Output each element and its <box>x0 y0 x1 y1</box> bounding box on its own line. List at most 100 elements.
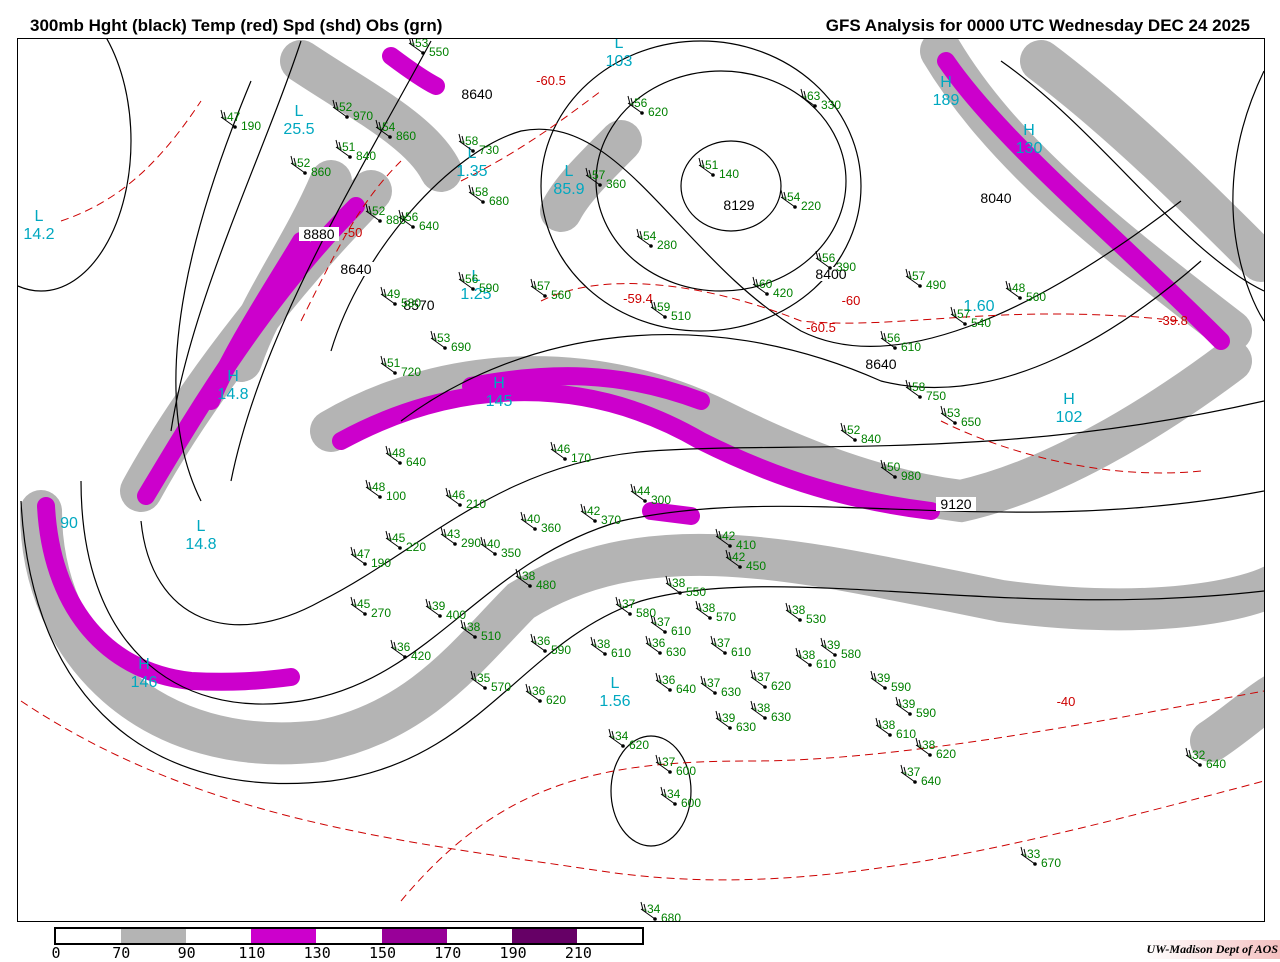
legend-label: 0 <box>51 944 61 962</box>
station-height: 620 <box>771 679 791 693</box>
station-temp: -36 <box>533 634 551 648</box>
station-temp: -56 <box>630 96 648 110</box>
station-temp: -39 <box>873 671 891 685</box>
station-height: 100 <box>386 489 406 503</box>
station-temp: -53 <box>433 331 451 345</box>
station-temp: -37 <box>658 755 676 769</box>
station-height: 190 <box>371 556 391 570</box>
station-height: 860 <box>396 129 416 143</box>
station-height: 670 <box>1041 856 1061 870</box>
station-height: 630 <box>736 720 756 734</box>
high-center-marker: H <box>138 656 150 673</box>
legend-swatch <box>511 929 577 943</box>
station-temp: -56 <box>818 251 836 265</box>
center-value: 102 <box>1056 409 1083 426</box>
station-temp: -60 <box>755 277 773 291</box>
low-center-marker: L <box>615 38 624 52</box>
station-temp: -36 <box>528 684 546 698</box>
height-label: 8129 <box>723 197 754 213</box>
station-temp: -52 <box>843 423 861 437</box>
temperature-label: -39.8 <box>1158 313 1188 328</box>
station-temp: -57 <box>533 279 551 293</box>
temperature-label: -50 <box>344 225 363 240</box>
temperature-label: -60.5 <box>806 320 836 335</box>
center-value: 146 <box>131 674 158 691</box>
station-temp: -40 <box>523 512 541 526</box>
station-temp: -39 <box>428 599 446 613</box>
station-temp: -48 <box>388 446 406 460</box>
station-height: 350 <box>501 546 521 560</box>
station-temp: -63 <box>803 89 821 103</box>
station-temp: -51 <box>338 140 356 154</box>
station-temp: -49 <box>383 287 401 301</box>
station-temp: -56 <box>401 210 419 224</box>
temperature-label: -40 <box>1057 694 1076 709</box>
station-temp: -37 <box>903 765 921 779</box>
station-temp: -38 <box>918 738 936 752</box>
station-temp: -58 <box>908 380 926 394</box>
temperature-label: -59.4 <box>623 291 653 306</box>
station-height: 450 <box>746 559 766 573</box>
wind-speed-legend <box>54 927 644 945</box>
legend-label: 190 <box>499 944 527 962</box>
center-value: 25.5 <box>283 121 314 138</box>
center-value: 90 <box>60 515 78 532</box>
station-height: 530 <box>806 612 826 626</box>
station-height: 590 <box>551 643 571 657</box>
map-title: 300mb Hght (black) Temp (red) Spd (shd) … <box>30 16 443 35</box>
station-temp: -51 <box>383 356 401 370</box>
center-value: 1.35 <box>456 163 487 180</box>
station-height: 480 <box>536 578 556 592</box>
station-height: 330 <box>821 98 841 112</box>
station-height: 720 <box>401 365 421 379</box>
station-temp: -34 <box>663 787 681 801</box>
station-height: 730 <box>479 143 499 157</box>
station-height: 210 <box>466 497 486 511</box>
station-temp: -58 <box>471 185 489 199</box>
station-temp: -44 <box>633 484 651 498</box>
station-temp: -33 <box>1023 847 1041 861</box>
legend-label: 130 <box>303 944 331 962</box>
center-value: 14.8 <box>217 386 248 403</box>
station-temp: -38 <box>753 701 771 715</box>
height-label: 8640 <box>461 86 492 102</box>
legend-swatch <box>251 929 317 943</box>
station-height: 580 <box>401 296 421 310</box>
high-center-marker: H <box>227 368 239 385</box>
legend-swatch <box>316 929 382 943</box>
station-height: 590 <box>479 281 499 295</box>
station-temp: -51 <box>701 158 719 172</box>
station-height: 640 <box>1206 757 1226 771</box>
station-height: 640 <box>921 774 941 788</box>
station-temp: -48 <box>1008 281 1026 295</box>
station-temp: -37 <box>703 676 721 690</box>
station-temp: -38 <box>518 569 536 583</box>
station-height: 620 <box>546 693 566 707</box>
station-height: 620 <box>648 105 668 119</box>
station-temp: -40 <box>483 537 501 551</box>
height-label: 8640 <box>865 356 896 372</box>
center-value: 130 <box>1016 140 1043 157</box>
station-temp: -38 <box>798 648 816 662</box>
station-height: 980 <box>901 469 921 483</box>
station-height: 610 <box>901 340 921 354</box>
station-temp: -57 <box>953 307 971 321</box>
station-temp: -47 <box>223 110 241 124</box>
station-temp: -57 <box>908 269 926 283</box>
station-temp: -46 <box>448 488 466 502</box>
height-label: 8640 <box>340 261 371 277</box>
temperature-label: -60 <box>842 293 861 308</box>
station-temp: -37 <box>653 615 671 629</box>
center-value: 14.8 <box>185 536 216 553</box>
station-height: 680 <box>489 194 509 208</box>
station-temp: -32 <box>1188 748 1206 762</box>
station-height: 590 <box>891 680 911 694</box>
station-height: 640 <box>419 219 439 233</box>
station-temp: -59 <box>653 300 671 314</box>
legend-swatch <box>186 929 252 943</box>
station-height: 610 <box>816 657 836 671</box>
station-temp: -37 <box>713 636 731 650</box>
station-temp: -38 <box>463 620 481 634</box>
station-temp: -36 <box>648 636 666 650</box>
station-temp: -39 <box>823 638 841 652</box>
